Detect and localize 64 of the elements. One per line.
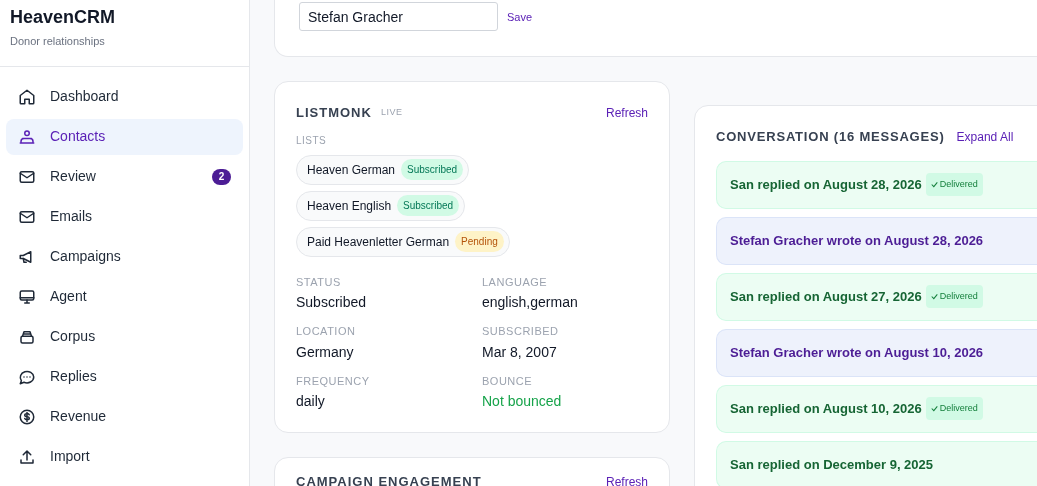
count-badge: 2 bbox=[212, 168, 231, 185]
users-icon bbox=[18, 127, 36, 146]
delivered-badge: Delivered bbox=[925, 172, 983, 197]
message-title: San replied on August 10, 2026 bbox=[730, 399, 922, 418]
message-row[interactable]: Stefan Gracher wrote on August 28, 2026 bbox=[716, 216, 1037, 265]
sidebar-item[interactable]: Review 2 bbox=[6, 158, 243, 195]
sidebar-item[interactable]: Emails bbox=[6, 198, 243, 235]
upload-icon bbox=[18, 447, 36, 466]
message-title: Stefan Gracher wrote on August 10, 2026 bbox=[730, 343, 984, 362]
message-title: Stefan Gracher wrote on August 28, 2026 bbox=[730, 231, 984, 250]
status-badge: Pending bbox=[455, 231, 504, 252]
sidebar-item[interactable]: Corpus bbox=[6, 318, 243, 355]
app-subtitle: Donor relationships bbox=[10, 34, 106, 49]
monitor-icon bbox=[18, 287, 36, 306]
field-value: Not bounced bbox=[482, 392, 563, 411]
field-label: BOUNCE bbox=[482, 373, 534, 389]
app-title: HeavenCRM bbox=[10, 6, 117, 28]
name-input-field[interactable]: Stefan Gracher bbox=[299, 2, 498, 31]
sidebar-item[interactable]: Dashboard bbox=[6, 78, 243, 115]
sidebar-item[interactable]: Replies bbox=[6, 358, 243, 395]
check-icon bbox=[930, 180, 938, 188]
message-title: San replied on December 9, 2025 bbox=[730, 455, 934, 474]
card-title: CAMPAIGN ENGAGEMENT bbox=[296, 473, 482, 486]
message-row[interactable]: Stefan Gracher wrote on August 10, 2026 bbox=[716, 328, 1037, 377]
list-name: Paid Heavenletter German bbox=[307, 233, 450, 251]
save-link[interactable]: Save bbox=[507, 9, 533, 26]
field-label: LOCATION bbox=[296, 324, 357, 339]
card-title: LISTMONK bbox=[296, 104, 372, 122]
message-row[interactable]: San replied on August 28, 2026 Delivered bbox=[716, 160, 1037, 209]
expand-all-link[interactable]: Expand All bbox=[956, 127, 1014, 146]
list-name: Heaven English bbox=[307, 197, 392, 215]
delivered-badge: Delivered bbox=[925, 284, 983, 309]
field-value: daily bbox=[296, 392, 326, 411]
refresh-link[interactable]: Refresh bbox=[605, 103, 648, 122]
sidebar-item[interactable]: Agent bbox=[6, 278, 243, 315]
field-value: Germany bbox=[296, 342, 355, 362]
status-badge: Subscribed bbox=[401, 159, 464, 180]
field-value: Subscribed bbox=[296, 293, 368, 312]
section-label: LISTS bbox=[296, 133, 328, 148]
card-title: CONVERSATION (16 MESSAGES) bbox=[716, 128, 945, 146]
field-value: Mar 8, 2007 bbox=[482, 342, 558, 362]
sidebar-item[interactable]: Import bbox=[6, 438, 243, 475]
check-icon bbox=[930, 292, 938, 300]
dollar-icon bbox=[18, 407, 36, 426]
field-label: STATUS bbox=[296, 274, 342, 290]
delivered-badge: Delivered bbox=[925, 396, 983, 421]
list-name: Heaven German bbox=[307, 161, 396, 179]
message-title: San replied on August 28, 2026 bbox=[730, 175, 922, 194]
field-label: LANGUAGE bbox=[482, 274, 549, 290]
field-label: FREQUENCY bbox=[296, 373, 371, 389]
sidebar-item[interactable]: Campaigns bbox=[6, 238, 243, 275]
check-icon bbox=[930, 404, 938, 412]
sidebar-item[interactable]: Revenue bbox=[6, 398, 243, 435]
status-badge: Subscribed bbox=[397, 195, 460, 216]
field-value: english,german bbox=[482, 293, 579, 312]
message-row[interactable]: San replied on August 27, 2026 Delivered bbox=[716, 272, 1037, 321]
message-row[interactable]: San replied on August 10, 2026 Delivered bbox=[716, 384, 1037, 433]
refresh-link[interactable]: Refresh bbox=[605, 472, 648, 486]
field-label: SUBSCRIBED bbox=[482, 324, 560, 339]
live-tag: LIVE bbox=[380, 106, 403, 120]
sidebar-item[interactable]: Contacts bbox=[6, 118, 243, 155]
message-title: San replied on August 27, 2026 bbox=[730, 287, 922, 306]
home-icon bbox=[18, 87, 36, 106]
message-row[interactable]: San replied on December 9, 2025 bbox=[716, 440, 1037, 486]
